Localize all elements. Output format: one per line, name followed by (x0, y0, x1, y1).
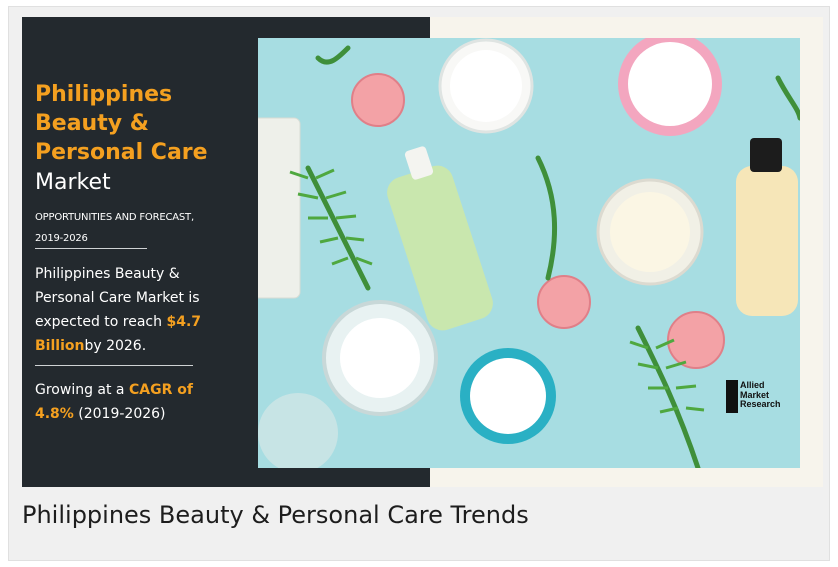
statement-text: by 2026. (84, 338, 147, 354)
divider (35, 248, 147, 249)
logo-mark-icon (726, 380, 738, 413)
logo-line: Research (740, 399, 781, 409)
title-line: Philippines (35, 82, 173, 107)
subtitle-line: 2019-2026 (35, 233, 88, 244)
banner-title: Philippines Beauty & Personal Care (35, 80, 235, 167)
figure-caption: Philippines Beauty & Personal Care Trend… (22, 501, 529, 529)
divider (35, 365, 193, 366)
market-size-statement: Philippines Beauty & Personal Care Marke… (35, 262, 235, 358)
banner-title-market: Market (35, 170, 111, 195)
statement-text: Growing at a (35, 382, 129, 398)
banner-subtitle: OPPORTUNITIES AND FORECAST, 2019-2026 (35, 207, 235, 249)
subtitle-line: OPPORTUNITIES AND FORECAST, (35, 212, 194, 223)
cagr-statement: Growing at a CAGR of 4.8% (2019-2026) (35, 378, 235, 426)
allied-market-research-logo: Allied Market Research (726, 380, 792, 414)
statement-text: (2019-2026) (73, 406, 166, 422)
cosmetics-product-photo (258, 38, 800, 468)
title-line: Beauty & (35, 111, 149, 136)
title-line: Personal Care (35, 140, 208, 165)
logo-text: Allied Market Research (740, 380, 781, 410)
